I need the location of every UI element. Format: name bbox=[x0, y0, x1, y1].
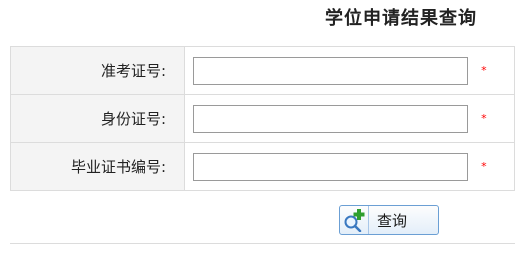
form-row-id-number: 身份证号: * bbox=[10, 94, 515, 143]
form-row-exam-number: 准考证号: * bbox=[10, 46, 515, 95]
exam-number-input[interactable] bbox=[193, 56, 468, 85]
diploma-number-label: 毕业证书编号: bbox=[10, 142, 185, 191]
required-mark: * bbox=[481, 112, 487, 125]
button-row: 查询 bbox=[10, 197, 515, 244]
required-mark: * bbox=[481, 64, 487, 77]
query-button-label: 查询 bbox=[377, 211, 408, 230]
exam-number-cell: * bbox=[184, 46, 515, 95]
id-number-cell: * bbox=[184, 94, 515, 143]
required-mark: * bbox=[481, 160, 487, 173]
degree-query-page: 学位申请结果查询 准考证号: * 身份证号: * 毕业证书编号: * 查询 bbox=[0, 0, 515, 261]
page-title: 学位申请结果查询 bbox=[325, 8, 477, 29]
exam-number-label: 准考证号: bbox=[10, 46, 185, 95]
form-row-diploma-number: 毕业证书编号: * bbox=[10, 142, 515, 191]
query-form: 准考证号: * 身份证号: * 毕业证书编号: * bbox=[10, 46, 515, 191]
id-number-input[interactable] bbox=[193, 104, 468, 133]
diploma-number-input[interactable] bbox=[193, 152, 468, 181]
search-add-icon bbox=[340, 206, 369, 234]
diploma-number-cell: * bbox=[184, 142, 515, 191]
id-number-label: 身份证号: bbox=[10, 94, 185, 143]
query-button[interactable]: 查询 bbox=[339, 205, 439, 235]
